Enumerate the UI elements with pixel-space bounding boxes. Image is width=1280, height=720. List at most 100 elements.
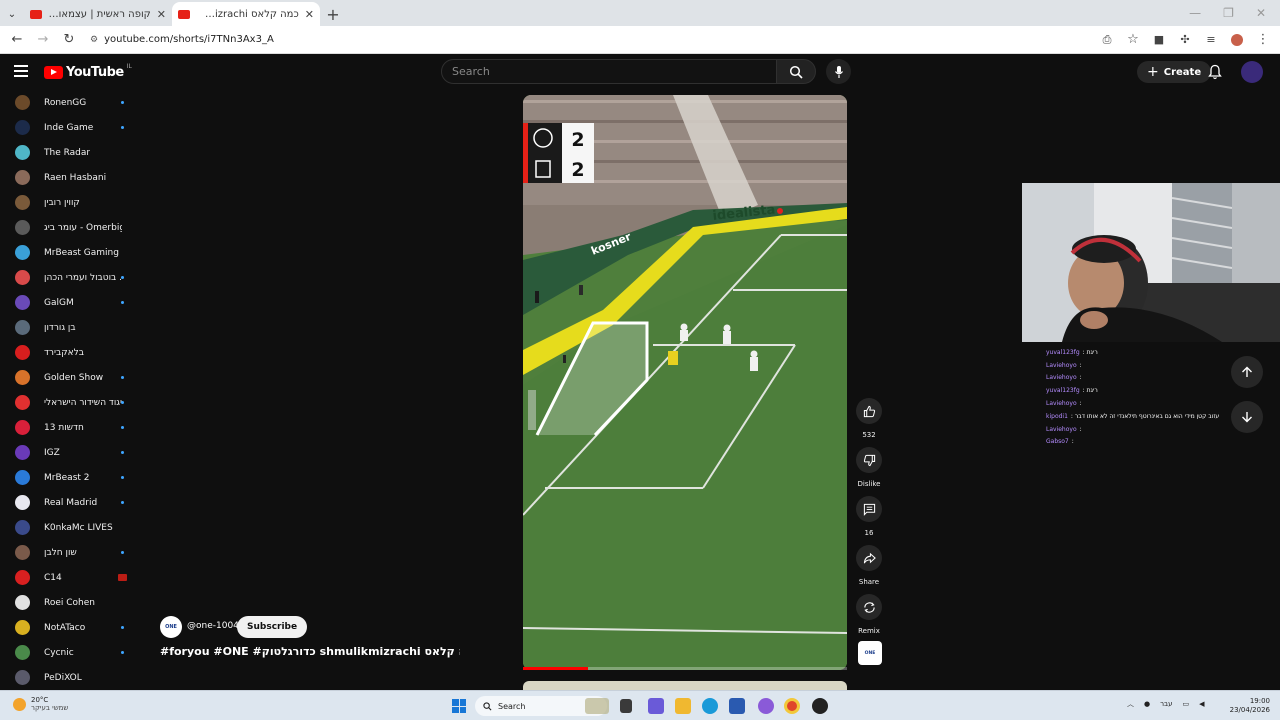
subscription-item[interactable]: Golden Show (0, 365, 140, 390)
next-short-button[interactable] (1231, 401, 1263, 433)
share-label: Share (858, 578, 880, 586)
profile-avatar-icon[interactable] (1226, 29, 1248, 51)
chrome-icon[interactable] (784, 698, 800, 714)
address-bar[interactable]: ⚙ youtube.com/shorts/i7TNn3Ax3_A (84, 29, 1092, 51)
hamburger-menu-icon[interactable] (14, 65, 28, 77)
system-clock[interactable]: 19:00 23/04/2026 (1222, 697, 1270, 715)
subscription-item[interactable]: C14 (0, 565, 140, 590)
close-window-icon[interactable]: ✕ (1256, 6, 1266, 20)
subscription-name: בוטבול ועמרי הכהן ... (44, 272, 122, 283)
subscription-item[interactable]: שון חלבן (0, 540, 140, 565)
tray-chevron-icon[interactable]: ︿ (1127, 699, 1134, 709)
comments-button[interactable] (856, 496, 882, 522)
subscription-item[interactable]: איגוד השידור הישראלי... (0, 390, 140, 415)
dislike-button[interactable] (856, 447, 882, 473)
subscription-item[interactable]: Raen Hasbani (0, 165, 140, 190)
subscription-item[interactable]: The Radar (0, 140, 140, 165)
search-input[interactable] (452, 65, 776, 78)
subscription-item[interactable]: Inde Game (0, 115, 140, 140)
subscription-name: IGZ (44, 447, 60, 458)
tab-search-chevron-icon[interactable]: ⌄ (0, 2, 24, 26)
subscription-item[interactable]: MrBeast 2 (0, 465, 140, 490)
subscription-name: MrBeast 2 (44, 472, 90, 483)
youtube-logo[interactable]: YouTube IL (44, 63, 132, 80)
extension-icon[interactable]: ■ (1148, 29, 1170, 51)
channel-name[interactable]: @one-1004 (187, 621, 239, 631)
new-tab-button[interactable]: + (320, 2, 346, 26)
user-avatar[interactable] (1241, 61, 1263, 83)
search-button[interactable] (776, 59, 816, 84)
back-arrow-icon[interactable]: ← (6, 29, 28, 51)
install-app-icon[interactable]: ⎙ (1096, 29, 1118, 51)
like-button[interactable] (856, 398, 882, 424)
short-video-player[interactable]: idealista kosner 2 2 (523, 95, 847, 670)
subscription-item[interactable]: RonenGG (0, 90, 140, 115)
subscription-item[interactable]: Cycnic (0, 640, 140, 665)
obs-icon[interactable] (812, 698, 828, 714)
subscription-name: חדשות 13 (44, 422, 84, 433)
tab-close-icon[interactable]: ✕ (305, 8, 314, 21)
subscription-item[interactable]: בלאקבירד (0, 340, 140, 365)
subscription-item[interactable]: עומר ביג - Omerbig (0, 215, 140, 240)
channel-avatar[interactable]: ONE (160, 616, 182, 638)
subscribe-button[interactable]: Subscribe (237, 616, 308, 638)
keyboard-language[interactable]: עבר (1160, 700, 1172, 708)
windows-start-icon[interactable] (452, 699, 466, 713)
browser-tab-active[interactable]: כמה קלאס shmulikmizrachi #כ... ✕ (172, 2, 320, 26)
edge-browser-icon[interactable] (702, 698, 718, 714)
search-highlight-icon[interactable] (585, 698, 609, 714)
teams-icon[interactable] (648, 698, 664, 714)
reload-icon[interactable]: ↻ (58, 29, 80, 51)
subscription-item[interactable]: בן גורדון (0, 315, 140, 340)
site-info-icon[interactable]: ⚙ (90, 35, 98, 45)
maximize-icon[interactable]: ❐ (1223, 6, 1234, 20)
voice-search-button[interactable] (826, 59, 851, 84)
media-control-icon[interactable]: ≡ (1200, 29, 1222, 51)
subscription-item[interactable]: MrBeast Gaming (0, 240, 140, 265)
chrome-menu-icon[interactable]: ⋮ (1252, 29, 1274, 51)
subscription-item[interactable]: IGZ (0, 440, 140, 465)
notifications-bell-icon[interactable] (1205, 62, 1225, 82)
chat-text: : (1079, 425, 1082, 433)
chat-text: : (1079, 374, 1082, 382)
channel-avatar (15, 320, 30, 335)
tray-mic-icon[interactable]: ● (1144, 700, 1150, 708)
thumbs-up-icon (863, 405, 875, 417)
audio-source-thumbnail[interactable]: ONE (858, 641, 882, 665)
subscription-item[interactable]: GalGM (0, 290, 140, 315)
chat-text: : ריגת (1082, 387, 1098, 395)
weather-widget[interactable]: 20°C שמשי בעיקר (13, 696, 68, 712)
tab-close-icon[interactable]: ✕ (157, 8, 166, 21)
network-icon[interactable]: ▭ (1183, 700, 1190, 708)
discord-icon[interactable] (758, 698, 774, 714)
minimize-icon[interactable]: — (1189, 6, 1201, 20)
subscription-item[interactable]: Real Madrid (0, 490, 140, 515)
subscription-item[interactable]: K0nkaMc LIVES (0, 515, 140, 540)
forward-arrow-icon[interactable]: → (32, 29, 54, 51)
volume-icon[interactable]: ◀ (1199, 700, 1204, 708)
create-button[interactable]: + Create (1137, 61, 1212, 83)
subscription-item[interactable]: חדשות 13 (0, 415, 140, 440)
file-explorer-icon[interactable] (675, 698, 691, 714)
store-icon[interactable] (729, 698, 745, 714)
remix-button[interactable] (856, 594, 882, 620)
bookmark-star-icon[interactable]: ☆ (1122, 29, 1144, 51)
previous-short-button[interactable] (1231, 356, 1263, 388)
extensions-puzzle-icon[interactable]: ✣ (1174, 29, 1196, 51)
subscription-item[interactable]: NotATaco (0, 615, 140, 640)
plus-icon: + (1147, 64, 1159, 80)
tab-title: קופה ראשית | עצמאות כוכבה (48, 8, 151, 20)
browser-tab[interactable]: קופה ראשית | עצמאות כוכבה ✕ (24, 2, 172, 26)
youtube-header: YouTube IL + Create (0, 54, 1280, 90)
share-button[interactable] (856, 545, 882, 571)
subscription-item[interactable]: בוטבול ועמרי הכהן ... (0, 265, 140, 290)
channel-avatar (15, 295, 30, 310)
new-content-dot (121, 501, 124, 504)
task-view-icon[interactable] (620, 699, 632, 713)
video-progress-bar[interactable] (523, 667, 847, 670)
subscription-item[interactable]: קווין רובין (0, 190, 140, 215)
subscription-item[interactable]: PeDiXOL (0, 665, 140, 690)
subscription-item[interactable]: Roei Cohen (0, 590, 140, 615)
short-title[interactable]: #foryou #ONE #כדורגלטוק shmulikmizrachi … (160, 645, 460, 658)
chat-text: : (1079, 361, 1082, 369)
